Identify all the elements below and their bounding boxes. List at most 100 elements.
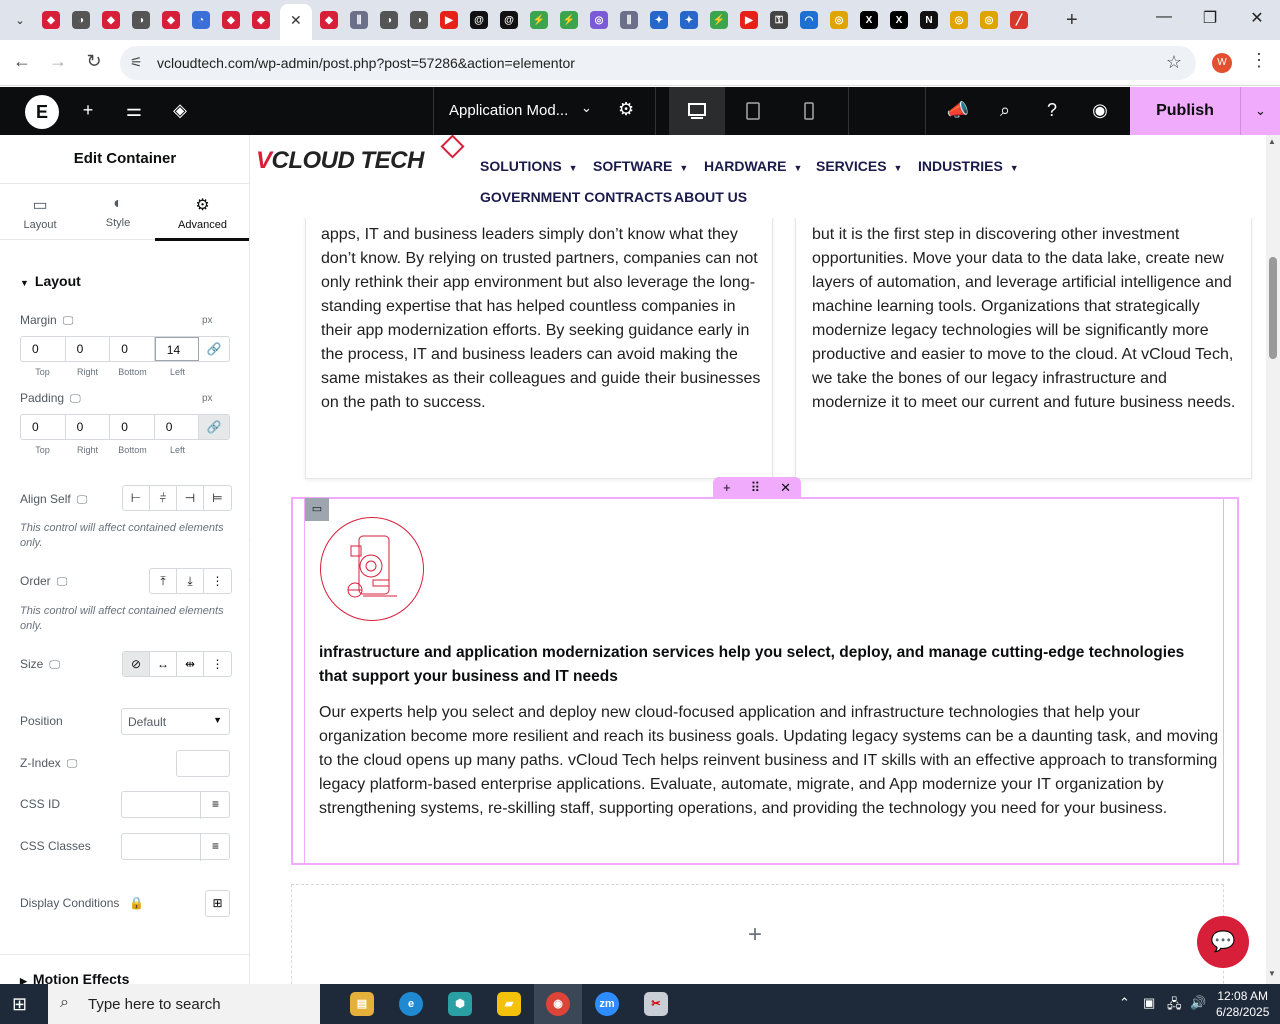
monitor-icon[interactable]: 🖵 xyxy=(57,576,68,588)
link-values-icon[interactable]: 🔗 xyxy=(199,337,229,361)
site-settings-icon[interactable]: ⚌ xyxy=(122,100,146,121)
section-layout-toggle[interactable]: ▼ Layout xyxy=(20,273,81,289)
padding-left-input[interactable]: 0 xyxy=(155,415,200,439)
link-values-icon[interactable]: 🔗 xyxy=(199,415,229,439)
volume-icon[interactable]: 🔊 xyxy=(1190,995,1206,1011)
threads-tab-icon[interactable]: @ xyxy=(470,11,488,29)
chat-widget-icon[interactable]: 💬 xyxy=(1197,916,1249,968)
opera-tab-icon[interactable]: ◎ xyxy=(590,11,608,29)
position-select[interactable]: Default ▼ xyxy=(121,708,230,735)
chrome-tab-icon[interactable]: ◎ xyxy=(950,11,968,29)
reload-icon[interactable]: ↻ xyxy=(82,51,106,72)
file-explorer-icon[interactable]: ▤ xyxy=(338,984,386,1024)
nav-services[interactable]: SERVICES ▼ xyxy=(816,158,902,174)
twitch-tab-icon[interactable]: ⫼ xyxy=(620,11,638,29)
size-shrink-icon[interactable]: ⇹ xyxy=(177,652,204,676)
padding-top-input[interactable]: 0 xyxy=(21,415,66,439)
padding-right-input[interactable]: 0 xyxy=(66,415,111,439)
windows-start-icon[interactable]: ⊞ xyxy=(12,994,27,1015)
scrollbar-thumb[interactable] xyxy=(1269,257,1277,359)
add-element-icon[interactable]: + xyxy=(76,100,100,121)
youtube-tab-icon[interactable]: ▶ xyxy=(740,11,758,29)
publish-options-chevron-icon[interactable]: ⌄ xyxy=(1240,87,1280,135)
css-id-input[interactable]: ≡ xyxy=(121,791,230,819)
order-more-icon[interactable]: ⋮ xyxy=(204,569,231,593)
nav-software[interactable]: SOFTWARE ▼ xyxy=(593,158,688,174)
circle-tab-icon[interactable]: ◑ xyxy=(380,11,398,29)
margin-unit-select[interactable]: px xyxy=(202,315,213,326)
close-window-button[interactable]: ✕ xyxy=(1237,8,1277,28)
x-tab-icon[interactable]: X xyxy=(890,11,908,29)
gplus-tab-icon[interactable]: ◆ xyxy=(222,11,240,29)
profile-avatar[interactable]: W xyxy=(1212,53,1232,73)
section-heading[interactable]: infrastructure and application moderniza… xyxy=(319,641,1199,689)
align-center-icon[interactable]: ⫩ xyxy=(150,486,177,510)
twitch-tab-icon[interactable]: ⫼ xyxy=(350,11,368,29)
gplus-tab-icon[interactable]: ◆ xyxy=(252,11,270,29)
structure-layers-icon[interactable]: ◈ xyxy=(168,100,192,121)
dynamic-tags-icon[interactable]: ≡ xyxy=(200,792,230,819)
site-logo[interactable]: VCLOUD TECH xyxy=(256,135,465,175)
display-conditions-icon[interactable]: ⊞ xyxy=(205,890,230,917)
add-element-icon[interactable]: + xyxy=(748,921,762,949)
sticky-tab-icon[interactable]: ⚡ xyxy=(560,11,578,29)
size-more-icon[interactable]: ⋮ xyxy=(204,652,231,676)
sticky-notes-icon[interactable]: ▰ xyxy=(485,984,533,1024)
size-grow-icon[interactable]: ↔ xyxy=(150,652,177,676)
gplus-tab-icon[interactable]: ◆ xyxy=(320,11,338,29)
tab-close-icon[interactable]: ✕ xyxy=(290,12,302,29)
back-icon[interactable]: ← xyxy=(10,51,34,72)
motion-effects-section[interactable]: ▶ Motion Effects xyxy=(0,954,249,984)
new-tab-button[interactable]: + xyxy=(1066,9,1078,32)
puzzle-tab-icon[interactable]: ✦ xyxy=(650,11,668,29)
tray-chevron-icon[interactable]: ⌃ xyxy=(1119,995,1130,1011)
notion-tab-icon[interactable]: N xyxy=(920,11,938,29)
monitor-icon[interactable]: 🖵 xyxy=(49,659,60,671)
lock-tab-icon[interactable]: ⚿ xyxy=(770,11,788,29)
search-icon[interactable]: ⌕ xyxy=(993,100,1017,121)
help-icon[interactable]: ? xyxy=(1040,100,1064,121)
youtube-tab-icon[interactable]: ▶ xyxy=(440,11,458,29)
padding-unit-select[interactable]: px xyxy=(202,393,213,404)
align-stretch-icon[interactable]: ⊨ xyxy=(204,486,231,510)
section-body-text[interactable]: Our experts help you select and deploy n… xyxy=(319,701,1224,821)
nav-hardware[interactable]: HARDWARE ▼ xyxy=(704,158,802,174)
gplus-tab-icon[interactable]: ◆ xyxy=(162,11,180,29)
monitor-icon[interactable]: 🖵 xyxy=(70,393,81,405)
order-last-icon[interactable]: ⤓ xyxy=(177,569,204,593)
size-none-icon[interactable]: ⊘ xyxy=(123,652,150,676)
dynamic-tags-icon[interactable]: ≡ xyxy=(200,834,230,861)
threads-tab-icon[interactable]: @ xyxy=(500,11,518,29)
zoom-icon[interactable]: zm xyxy=(583,984,631,1024)
chrome-tab-icon[interactable]: ◎ xyxy=(980,11,998,29)
circle-tab-icon[interactable]: ◑ xyxy=(132,11,150,29)
nav-about-us[interactable]: ABOUT US xyxy=(674,189,747,205)
circle-tab-icon[interactable]: ◑ xyxy=(410,11,428,29)
app-hex-icon[interactable]: ⬢ xyxy=(436,984,484,1024)
gplus-tab-icon[interactable]: ◆ xyxy=(42,11,60,29)
margin-bottom-input[interactable]: 0 xyxy=(110,337,155,361)
tab-layout[interactable]: ▭ Layout xyxy=(0,184,80,241)
margin-left-input[interactable]: 14 xyxy=(154,337,200,361)
tray-app-icon[interactable]: ▣ xyxy=(1143,995,1155,1011)
tablet-device-icon[interactable] xyxy=(725,87,781,135)
snipping-tool-icon[interactable]: ✂ xyxy=(632,984,680,1024)
padding-bottom-input[interactable]: 0 xyxy=(110,415,155,439)
notifications-megaphone-icon[interactable]: 📣 xyxy=(946,100,970,121)
pen-tab-icon[interactable]: ╱ xyxy=(1010,11,1028,29)
margin-top-input[interactable]: 0 xyxy=(21,337,66,361)
network-icon[interactable]: 🖧 xyxy=(1167,995,1182,1017)
site-info-icon[interactable]: ⚟ xyxy=(130,54,143,71)
delete-container-icon[interactable]: ✕ xyxy=(780,480,791,496)
nav-industries[interactable]: INDUSTRIES ▼ xyxy=(918,158,1019,174)
elementor-logo-icon[interactable]: E xyxy=(25,95,59,129)
edge-tab-icon[interactable]: ◔ xyxy=(192,11,210,29)
monitor-icon[interactable]: 🖵 xyxy=(77,494,88,506)
preview-eye-icon[interactable]: ◉ xyxy=(1088,100,1112,121)
browser-menu-icon[interactable]: ⋮ xyxy=(1250,50,1268,71)
empty-container-dropzone[interactable]: + xyxy=(291,884,1224,984)
monitor-icon[interactable]: 🖵 xyxy=(67,758,78,770)
css-classes-input[interactable]: ≡ xyxy=(121,833,230,861)
zindex-input[interactable] xyxy=(176,750,230,777)
mobile-device-icon[interactable] xyxy=(781,87,837,135)
